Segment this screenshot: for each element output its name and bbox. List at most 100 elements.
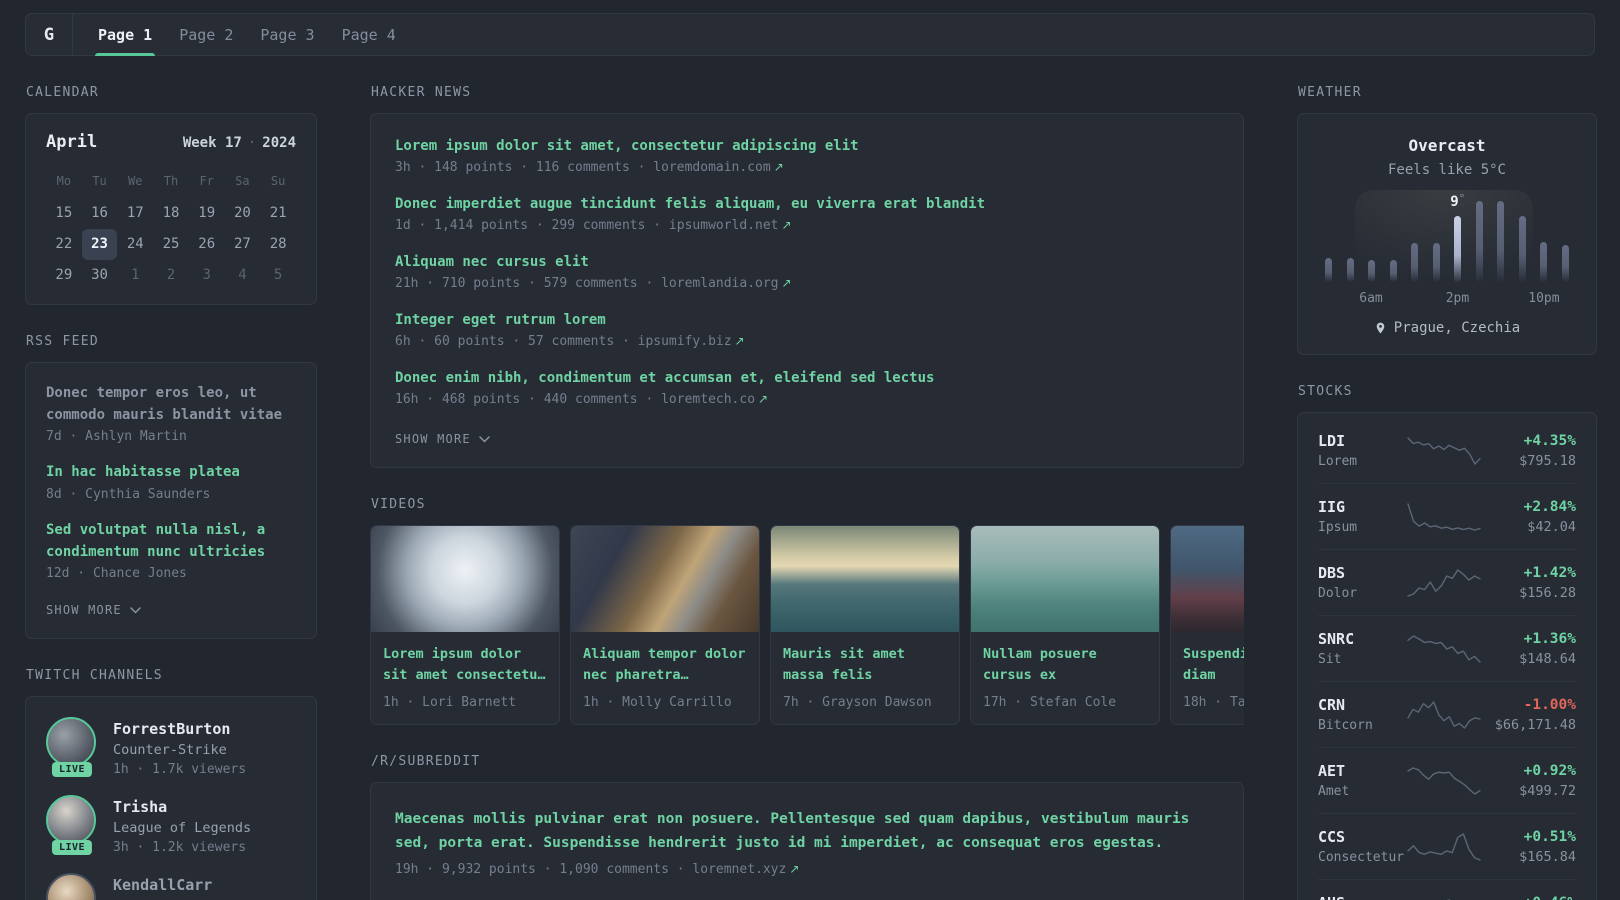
video-title[interactable]: Suspendissediam [1183, 644, 1244, 686]
tab-page-3[interactable]: Page 3 [260, 14, 314, 55]
tab-page-4[interactable]: Page 4 [342, 14, 396, 55]
calendar-day-header: Su [270, 174, 286, 188]
rss-item: Donec tempor eros leo, ut commodo mauris… [46, 383, 296, 444]
external-link-icon[interactable]: ↗ [782, 218, 792, 232]
rss-item-title[interactable]: Sed volutpat nulla nisl, a condimentum n… [46, 520, 296, 563]
stock-row[interactable]: IIG Ipsum +2.84% $42.04 [1318, 483, 1576, 549]
weather-card: Overcast Feels like 5°C 9° 6am 2pm 10pm … [1297, 113, 1597, 355]
rss-item-title[interactable]: Donec tempor eros leo, ut commodo mauris… [46, 383, 296, 426]
stock-row[interactable]: DBS Dolor +1.42% $156.28 [1318, 549, 1576, 615]
hn-story-title[interactable]: Aliquam nec cursus elit [395, 254, 1219, 270]
twitch-channel-row[interactable]: KendallCarr [46, 873, 296, 900]
stock-price: $42.04 [1527, 518, 1576, 535]
calendar-day: 1 [131, 267, 140, 283]
stock-change: +2.84% [1523, 498, 1576, 515]
live-badge: LIVE [51, 762, 93, 778]
video-meta: 7h · Grayson Dawson [783, 694, 932, 710]
hn-story-meta: 6h · 60 points · 57 comments · ipsumify.… [395, 334, 745, 349]
calendar-day: 24 [126, 236, 144, 252]
stock-symbol: DBS [1318, 564, 1346, 582]
stock-price: $165.84 [1519, 848, 1576, 865]
weather-location[interactable]: Prague, Czechia [1394, 320, 1520, 336]
calendar-day-selected: 23 [81, 229, 118, 260]
video-title[interactable]: Nullam posuere cursus ex [983, 644, 1147, 686]
video-thumbnail[interactable] [371, 526, 559, 632]
weather-feels-like: Feels like 5°C [1387, 162, 1506, 178]
rss-item-title[interactable]: In hac habitasse platea [46, 462, 296, 484]
weather-bar [1411, 243, 1419, 282]
video-thumbnail[interactable] [1171, 526, 1244, 632]
video-thumbnail[interactable] [571, 526, 759, 632]
stock-price: $499.72 [1519, 782, 1576, 799]
tab-page-1[interactable]: Page 1 [94, 14, 156, 56]
stock-sparkline [1406, 766, 1482, 796]
subreddit-card: Maecenas mollis pulvinar erat non posuer… [370, 781, 1244, 900]
external-link-icon[interactable]: ↗ [758, 392, 768, 406]
hn-story-meta: 3h · 148 points · 116 comments · loremdo… [395, 160, 784, 175]
stock-row[interactable]: AHS +0.46% [1318, 879, 1576, 900]
twitch-channel-name: Trisha [113, 798, 168, 817]
twitch-channel-name: KendallCarr [113, 876, 213, 895]
live-badge: LIVE [51, 840, 93, 856]
stock-sparkline [1406, 502, 1482, 532]
calendar-day: 26 [198, 236, 216, 252]
app-logo[interactable]: G [26, 14, 72, 55]
stock-name: Dolor [1318, 586, 1358, 601]
stock-name: Bitcorn [1318, 718, 1373, 733]
twitch-channel-row[interactable]: LIVE ForrestBurton Counter-Strike 1h · 1… [46, 717, 296, 778]
stock-symbol: SNRC [1318, 630, 1355, 648]
external-link-icon[interactable]: ↗ [774, 160, 784, 174]
hn-story-meta: 21h · 710 points · 579 comments · loreml… [395, 276, 792, 291]
weather-bar [1561, 245, 1569, 282]
twitch-channel-category: Counter-Strike [113, 742, 227, 759]
weather-temp-label: 9° [1450, 191, 1466, 210]
stock-row[interactable]: SNRC Sit +1.36% $148.64 [1318, 615, 1576, 681]
calendar-widget: CALENDAR April Week 17 · 2024 Mo Tu We Th Fr Sa… [25, 85, 317, 305]
section-title-twitch: TWITCH CHANNELS [26, 668, 163, 684]
rss-show-more-button[interactable]: SHOW MORE [46, 603, 141, 617]
hn-story-title[interactable]: Donec imperdiet augue tincidunt felis al… [395, 196, 1219, 212]
calendar-day: 22 [55, 236, 73, 252]
video-thumbnail[interactable] [771, 526, 959, 632]
calendar-day: 2 [166, 267, 176, 283]
twitch-channel-meta: 1h · 1.7k viewers [113, 762, 247, 778]
calendar-day-header: Th [163, 174, 179, 188]
stock-symbol: AET [1318, 762, 1346, 780]
weather-bars: 9° [1318, 190, 1576, 282]
calendar-day: 4 [238, 267, 247, 283]
calendar-week-year: Week 17 · 2024 [183, 135, 296, 151]
external-link-icon[interactable]: ↗ [735, 334, 745, 348]
hn-story-meta: 1d · 1,414 points · 299 comments · ipsum… [395, 218, 792, 233]
hn-story-title[interactable]: Lorem ipsum dolor sit amet, consectetur … [395, 138, 1219, 154]
hn-story-title[interactable]: Integer eget rutrum lorem [395, 312, 1219, 328]
video-title[interactable]: Aliquam tempor dolor nec pharetra… [583, 644, 747, 686]
video-title[interactable]: Lorem ipsum dolor sit amet consectetu… [383, 644, 547, 686]
calendar-day-header: Sa [235, 174, 250, 188]
weather-bar [1540, 241, 1548, 282]
stocks-widget: STOCKS LDI Lorem +4.35% $795.18 IIG Ipsum +… [1297, 384, 1597, 900]
twitch-channel-row[interactable]: LIVE Trisha League of Legends 3h · 1.2k … [46, 795, 296, 856]
external-link-icon[interactable]: ↗ [789, 862, 799, 876]
show-more-label: SHOW MORE [46, 603, 122, 618]
reddit-post-title[interactable]: Maecenas mollis pulvinar erat non posuer… [395, 807, 1219, 856]
video-title[interactable]: Mauris sit amet massa felis [783, 644, 947, 686]
weather-condition: Overcast [1408, 136, 1486, 155]
reddit-post-meta: 19h · 9,932 points · 1,090 comments · lo… [395, 862, 800, 878]
rss-item: In hac habitasse platea 8d · Cynthia Sau… [46, 462, 296, 502]
calendar-day: 18 [162, 205, 180, 221]
section-title-calendar: CALENDAR [26, 85, 100, 100]
stock-change: +4.35% [1523, 432, 1576, 449]
video-card: Suspendissediam 18h · Tara [1170, 525, 1244, 725]
avatar [46, 795, 96, 846]
tab-page-2[interactable]: Page 2 [179, 14, 233, 55]
hn-story-title[interactable]: Donec enim nibh, condimentum et accumsan… [395, 370, 1219, 386]
stock-row[interactable]: AET Amet +0.92% $499.72 [1318, 747, 1576, 813]
weather-hourly-chart: 9° 6am 2pm 10pm [1316, 190, 1578, 306]
video-thumbnail[interactable] [971, 526, 1159, 632]
hn-show-more-button[interactable]: SHOW MORE [395, 432, 490, 446]
weather-widget: WEATHER Overcast Feels like 5°C 9° 6am 2… [1297, 85, 1597, 355]
stock-row[interactable]: LDI Lorem +4.35% $795.18 [1318, 418, 1576, 483]
stock-row[interactable]: CCS Consectetur +0.51% $165.84 [1318, 813, 1576, 879]
external-link-icon[interactable]: ↗ [782, 276, 792, 290]
stock-row[interactable]: CRN Bitcorn -1.00% $66,171.48 [1318, 681, 1576, 747]
